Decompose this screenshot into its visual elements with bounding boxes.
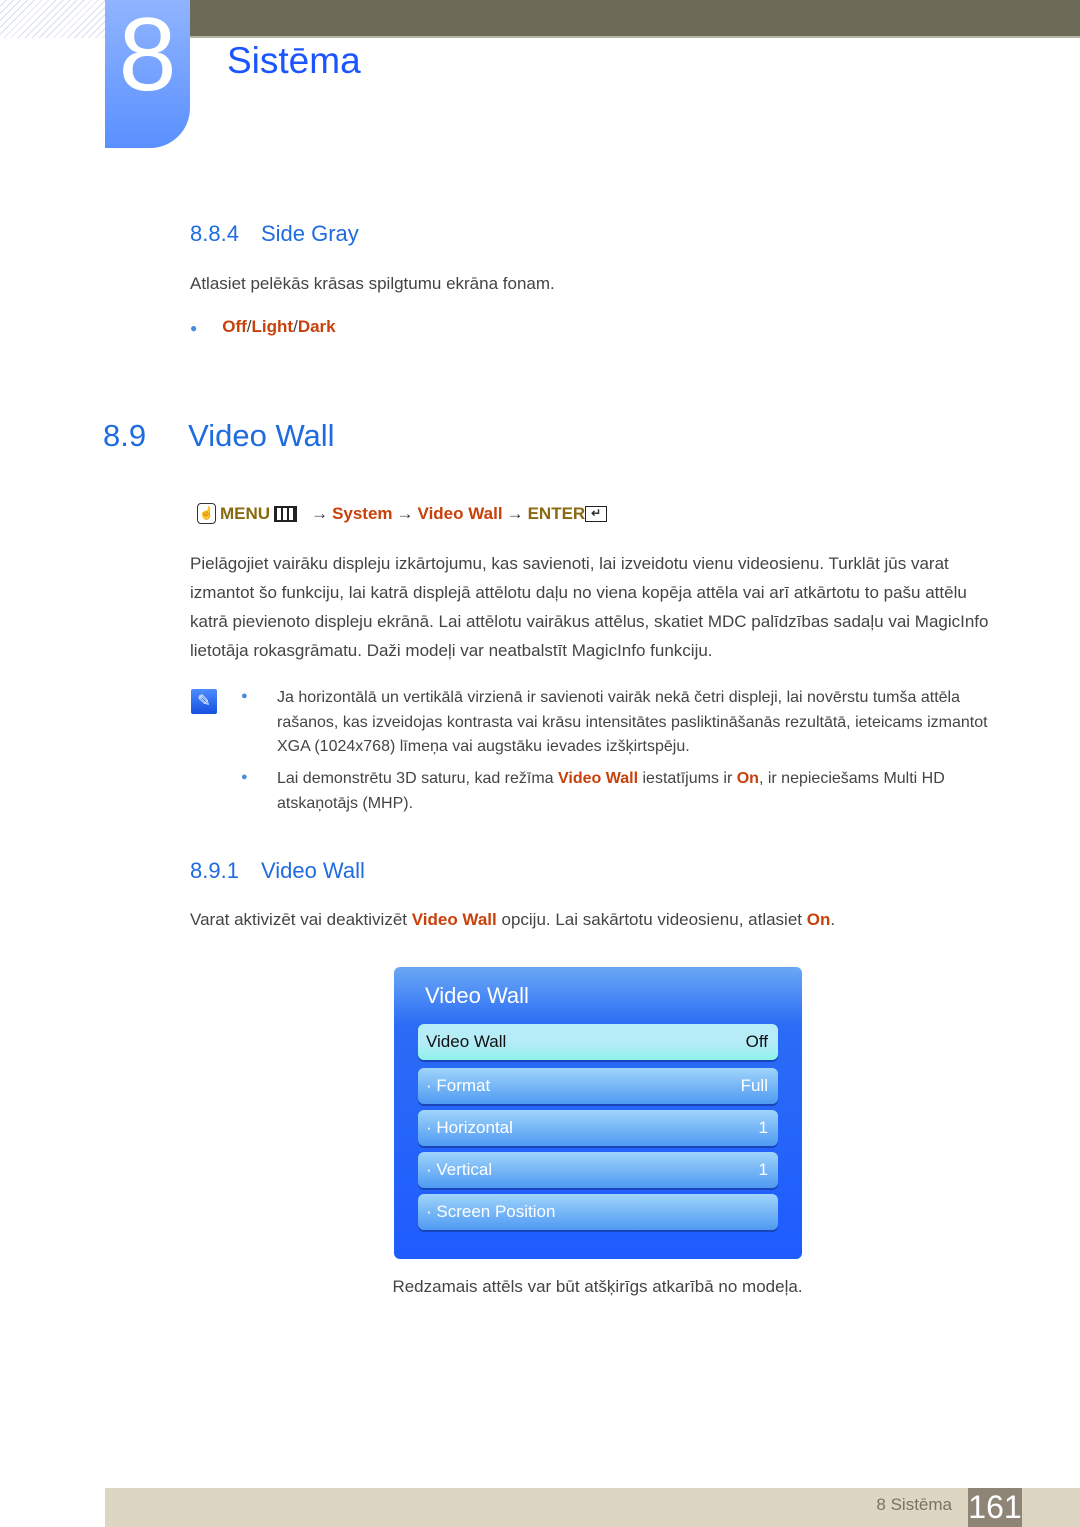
enter-icon: ↵: [585, 505, 608, 522]
note-2: Lai demonstrētu 3D saturu, kad režīma Vi…: [277, 770, 945, 812]
bullet: ●: [241, 771, 248, 783]
video-wall-osd-menu: Video Wall Video Wall Off · Format Full · …: [394, 967, 802, 1259]
osd-item-vertical[interactable]: · Vertical 1: [418, 1152, 778, 1188]
section-8-8-4-heading: 8.8.4 Side Gray: [190, 221, 359, 246]
osd-item-format[interactable]: · Format Full: [418, 1068, 778, 1104]
note-icon: ✎: [191, 689, 217, 714]
menu-path: ☝ MENU → System → Video Wall → ENTER ↵: [197, 503, 608, 524]
osd-item-screen-position[interactable]: · Screen Position: [418, 1194, 778, 1230]
section-8-9-heading: 8.9 Video Wall: [103, 418, 335, 453]
header-pattern: [0, 0, 105, 38]
osd-item-video-wall[interactable]: Video Wall Off: [418, 1024, 778, 1060]
image-caption: Redzamais attēls var būt atšķirīgs atkar…: [392, 1277, 803, 1296]
page-number: 161: [968, 1488, 1022, 1527]
side-gray-options: ● Off/Light/Dark: [190, 317, 336, 336]
video-wall-description: Pielāgojiet vairāku displeju izkārtojumu…: [190, 554, 989, 660]
note-1: Ja horizontālā un vertikālā virzienā ir …: [277, 689, 988, 755]
side-gray-text: Atlasiet pelēkās krāsas spilgtumu ekrāna…: [190, 274, 555, 293]
chapter-number: 8: [105, 0, 190, 148]
bullet: ●: [241, 690, 248, 702]
chapter-title: Sistēma: [227, 40, 361, 81]
menu-icon: [274, 505, 298, 522]
remote-hand-icon: ☝: [197, 503, 216, 524]
section-8-9-1-heading: 8.9.1 Video Wall: [190, 858, 365, 883]
osd-item-horizontal[interactable]: · Horizontal 1: [418, 1110, 778, 1146]
osd-title: Video Wall: [425, 983, 529, 1008]
video-wall-enable-text: Varat aktivizēt vai deaktivizēt Video Wa…: [190, 910, 836, 929]
header-bar: [190, 0, 1080, 38]
footer-chapter: 8 Sistēma: [876, 1495, 952, 1514]
